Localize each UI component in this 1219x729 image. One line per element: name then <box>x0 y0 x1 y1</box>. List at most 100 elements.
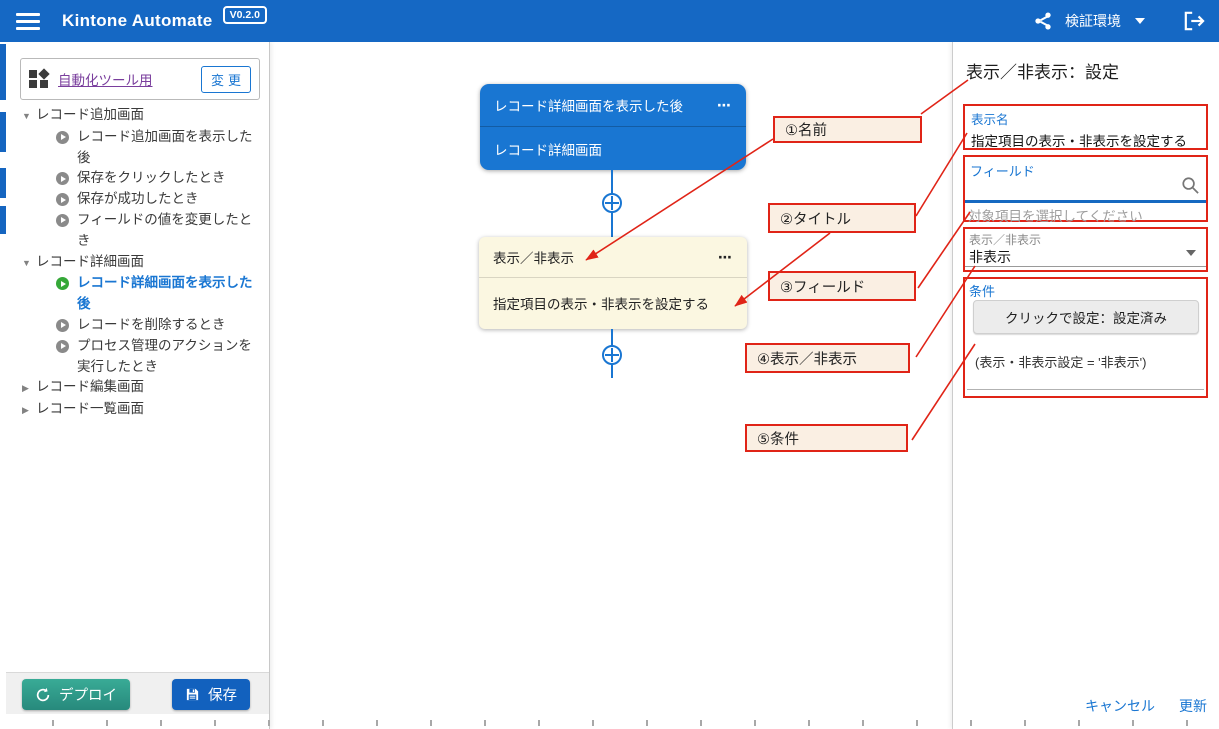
add-node-button[interactable] <box>602 193 622 213</box>
tree-event-item[interactable]: プロセス管理のアクションを実行したとき <box>6 336 270 378</box>
add-node-button[interactable] <box>602 345 622 365</box>
node-menu-icon[interactable]: ⋯ <box>717 97 732 114</box>
logout-icon[interactable] <box>1183 11 1205 31</box>
hamburger-menu-icon[interactable] <box>16 13 40 30</box>
app-grid-icon <box>29 69 49 89</box>
chevron-right-icon[interactable]: ▶ <box>22 400 36 421</box>
sidebar: 自動化ツール用 変更 ▼ レコード追加画面 レコード追加画面を表示した後 保存を… <box>6 42 270 729</box>
play-circle-icon <box>56 193 69 206</box>
play-circle-icon <box>56 340 69 353</box>
tree-event-label: フィールドの値を変更したとき <box>77 210 270 252</box>
input-underline <box>965 266 1206 267</box>
environment-selector-label[interactable]: 検証環境 <box>1065 11 1121 31</box>
node-menu-icon[interactable]: ⋯ <box>718 249 733 266</box>
focused-input-underline <box>965 200 1206 203</box>
flow-node-trigger[interactable]: レコード詳細画面を表示した後 ⋯ レコード詳細画面 <box>480 84 746 170</box>
change-app-button[interactable]: 変更 <box>201 66 251 93</box>
annotation-label: ③フィールド <box>780 276 865 297</box>
panel-title: 表示／非表示：設定 <box>966 58 1119 83</box>
flow-canvas[interactable]: レコード詳細画面を表示した後 ⋯ レコード詳細画面 表示／非表示 ⋯ 指定項目の… <box>270 42 952 729</box>
visibility-label: 表示／非表示 <box>969 231 1041 248</box>
floppy-disk-icon <box>185 687 200 702</box>
app-title: Kintone Automate <box>62 11 213 31</box>
annotation-condition: ⑤条件 <box>745 424 908 452</box>
display-name-label: 表示名 <box>971 109 1200 128</box>
tree-event-item[interactable]: 保存をクリックしたとき <box>6 168 270 189</box>
deploy-button-label: デプロイ <box>59 684 117 705</box>
annotation-label: ⑤条件 <box>757 428 799 449</box>
visibility-select-highlight: 表示／非表示 非表示 <box>963 227 1208 272</box>
trigger-node-subtitle: レコード詳細画面 <box>494 139 602 159</box>
field-selector-highlight: フィールド 対象項目を選択してください <box>963 155 1208 222</box>
tree-group-label: レコード一覧画面 <box>36 399 156 420</box>
play-circle-icon <box>56 277 69 290</box>
tree-group-record-list[interactable]: ▶ レコード一覧画面 <box>6 399 270 421</box>
condition-set-button[interactable]: クリックで設定：設定済み <box>973 300 1199 334</box>
tree-group-label: レコード追加画面 <box>36 105 156 126</box>
tree-event-label: レコードを削除するとき <box>77 315 238 336</box>
tree-event-item[interactable]: フィールドの値を変更したとき <box>6 210 270 252</box>
action-node-subtitle: 指定項目の表示・非表示を設定する <box>493 293 709 313</box>
search-icon[interactable] <box>1181 176 1200 200</box>
annotation-label: ②タイトル <box>780 208 851 229</box>
condition-label: 条件 <box>969 281 995 300</box>
annotation-field: ③フィールド <box>768 271 916 301</box>
flow-node-action[interactable]: 表示／非表示 ⋯ 指定項目の表示・非表示を設定する <box>479 237 747 329</box>
save-button[interactable]: 保存 <box>172 679 250 710</box>
tree-event-label: プロセス管理のアクションを実行したとき <box>77 336 270 378</box>
tree-group-label: レコード編集画面 <box>36 377 156 398</box>
condition-expression: (表示・非表示設定 = '非表示') <box>975 352 1146 371</box>
tree-event-item[interactable]: レコードを削除するとき <box>6 315 270 336</box>
display-name-value[interactable]: 指定項目の表示・非表示を設定する <box>971 130 1200 150</box>
event-tree: ▼ レコード追加画面 レコード追加画面を表示した後 保存をクリックしたとき 保存… <box>6 105 270 421</box>
tree-event-label: 保存をクリックしたとき <box>77 168 238 189</box>
tree-event-label: 保存が成功したとき <box>77 189 211 210</box>
sync-icon <box>35 687 51 703</box>
trigger-node-title: レコード詳細画面を表示した後 <box>494 95 683 115</box>
annotation-visibility: ④表示／非表示 <box>745 343 910 373</box>
panel-footer: キャンセル 更新 <box>1085 696 1207 716</box>
share-icon[interactable] <box>1033 11 1053 31</box>
tree-group-record-add[interactable]: ▼ レコード追加画面 <box>6 105 270 127</box>
play-circle-icon <box>56 214 69 227</box>
section-underline <box>967 389 1204 390</box>
field-helper-text: 対象項目を選択してください <box>968 205 1143 225</box>
tree-group-record-edit[interactable]: ▶ レコード編集画面 <box>6 377 270 399</box>
sidebar-footer: デプロイ 保存 <box>6 672 269 714</box>
update-button[interactable]: 更新 <box>1179 696 1207 716</box>
field-search-input[interactable] <box>969 177 1169 197</box>
tree-event-item[interactable]: 保存が成功したとき <box>6 189 270 210</box>
chevron-down-icon[interactable] <box>1135 18 1145 24</box>
annotation-label: ④表示／非表示 <box>757 348 857 369</box>
play-circle-icon <box>56 172 69 185</box>
action-node-title: 表示／非表示 <box>493 247 574 267</box>
cancel-button[interactable]: キャンセル <box>1085 696 1155 716</box>
play-circle-icon <box>56 131 69 144</box>
tree-event-item[interactable]: レコード追加画面を表示した後 <box>6 127 270 169</box>
tree-event-label: レコード追加画面を表示した後 <box>77 127 270 169</box>
app-name-link[interactable]: 自動化ツール用 <box>58 69 153 89</box>
annotation-label: ①名前 <box>785 119 827 140</box>
annotation-name: ①名前 <box>773 116 922 143</box>
kintone-automate-window: Kintone Automate V0.2.0 検証環境 自動化ツール用 変更 <box>0 0 1219 729</box>
version-badge: V0.2.0 <box>223 6 267 24</box>
condition-section-highlight: 条件 クリックで設定：設定済み (表示・非表示設定 = '非表示') <box>963 277 1208 398</box>
settings-panel: 表示／非表示：設定 表示名 指定項目の表示・非表示を設定する フィールド 対象項… <box>952 42 1219 729</box>
left-edge-strip <box>0 42 6 729</box>
chevron-down-icon[interactable]: ▼ <box>22 106 36 127</box>
tree-event-item-selected[interactable]: レコード詳細画面を表示した後 <box>6 273 270 315</box>
visibility-selected-value[interactable]: 非表示 <box>969 247 1011 267</box>
deploy-button[interactable]: デプロイ <box>22 679 130 710</box>
tree-group-label: レコード詳細画面 <box>36 252 156 273</box>
display-name-field-highlight: 表示名 指定項目の表示・非表示を設定する <box>963 104 1208 150</box>
chevron-right-icon[interactable]: ▶ <box>22 378 36 399</box>
annotation-title: ②タイトル <box>768 203 916 233</box>
dropdown-caret-icon[interactable] <box>1186 250 1196 256</box>
play-circle-icon <box>56 319 69 332</box>
save-button-label: 保存 <box>208 684 237 705</box>
top-app-bar: Kintone Automate V0.2.0 検証環境 <box>0 0 1219 42</box>
tree-event-label: レコード詳細画面を表示した後 <box>77 273 270 315</box>
app-selector-box: 自動化ツール用 変更 <box>20 58 260 100</box>
tree-group-record-detail[interactable]: ▼ レコード詳細画面 <box>6 252 270 274</box>
chevron-down-icon[interactable]: ▼ <box>22 253 36 274</box>
